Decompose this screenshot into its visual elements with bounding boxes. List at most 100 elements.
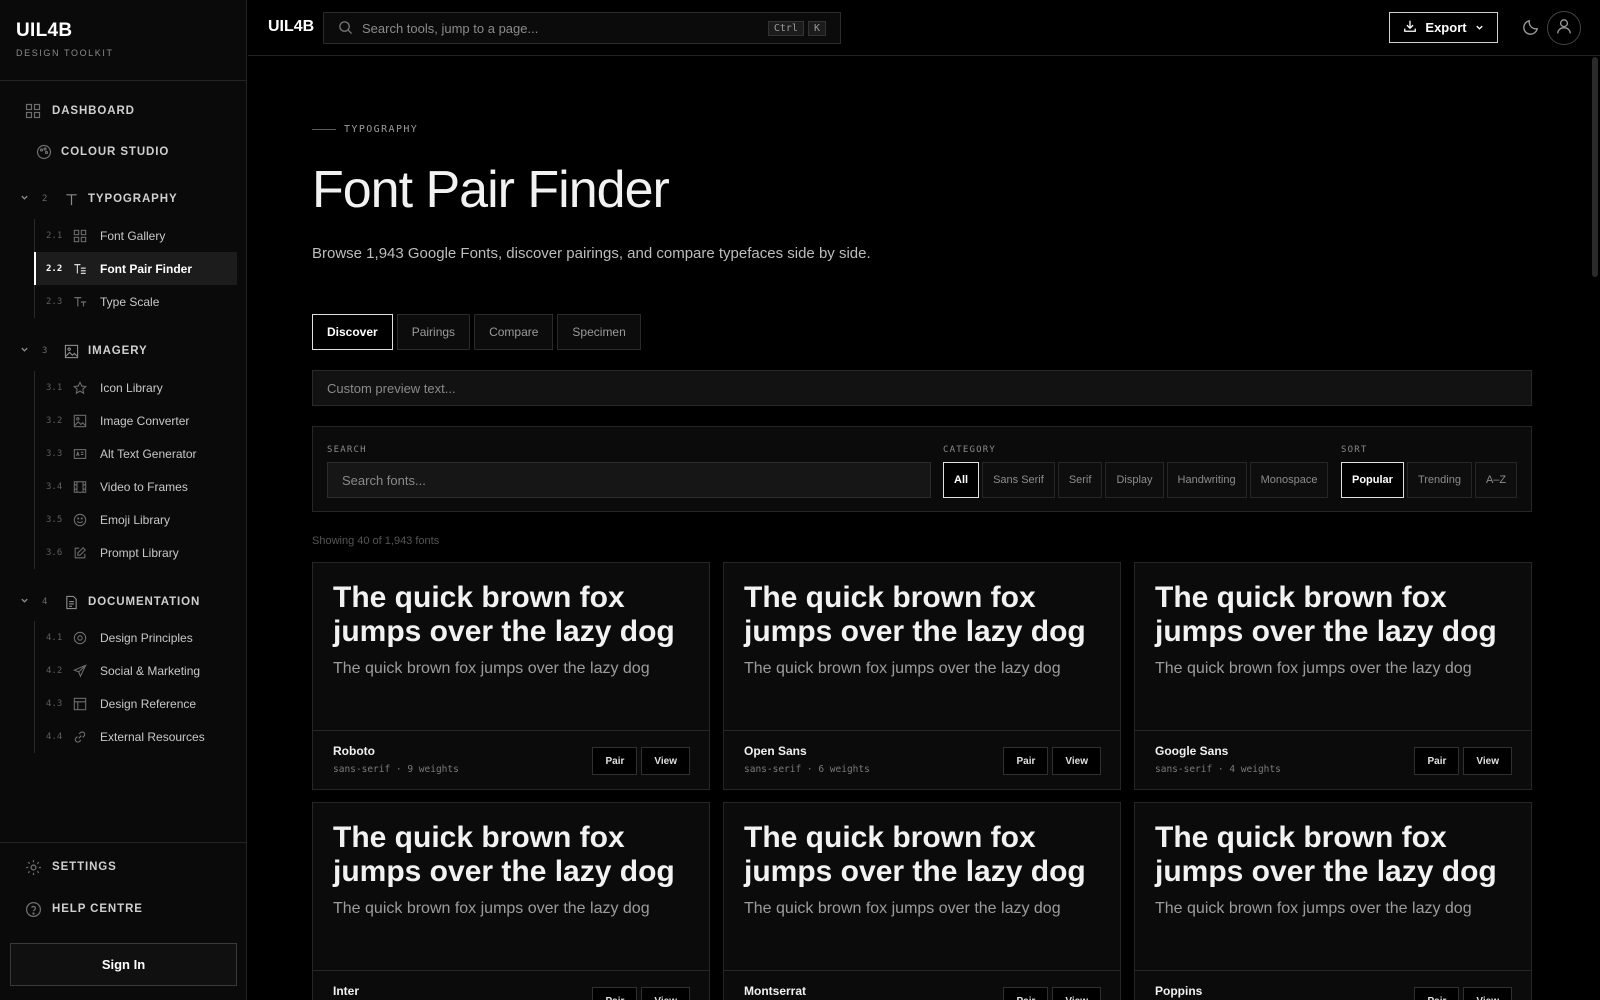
eyebrow: TYPOGRAPHY — [312, 124, 418, 135]
item-number: 3.4 — [46, 481, 63, 492]
font-search-input[interactable] — [327, 462, 931, 498]
section-imagery[interactable]: 3 IMAGERY — [0, 334, 246, 368]
category-monospace[interactable]: Monospace — [1249, 462, 1329, 498]
preview-small: The quick brown fox jumps over the lazy … — [744, 900, 1061, 917]
sidebar-item-design-reference[interactable]: 4.3 Design Reference — [35, 687, 237, 720]
sign-in-button[interactable]: Sign In — [10, 943, 237, 986]
global-search-input[interactable] — [362, 20, 768, 36]
category-all[interactable]: All — [943, 462, 980, 498]
category-chips: All Sans Serif Serif Display Handwriting… — [943, 462, 1329, 498]
imagery-list: 3.1 Icon Library 3.2 Image Converter 3.3… — [34, 371, 237, 569]
sidebar-item-image-converter[interactable]: 3.2 Image Converter — [35, 404, 237, 437]
sidebar-item-label: COLOUR STUDIO — [61, 146, 170, 158]
tab-specimen[interactable]: Specimen — [557, 314, 641, 350]
pair-button[interactable]: Pair — [592, 987, 638, 1000]
tab-compare[interactable]: Compare — [474, 314, 554, 350]
item-number: 2.2 — [46, 263, 63, 274]
help-icon — [24, 900, 42, 918]
font-card-roboto[interactable]: The quick brown fox jumps over the lazy … — [312, 562, 710, 790]
item-label: Prompt Library — [100, 545, 179, 560]
section-label: IMAGERY — [88, 345, 148, 357]
sidebar-item-font-gallery[interactable]: 2.1 Font Gallery — [35, 219, 237, 252]
sidebar-item-dashboard[interactable]: DASHBOARD — [0, 91, 246, 131]
sidebar-item-font-pair-finder[interactable]: 2.2 Font Pair Finder — [34, 252, 237, 285]
pair-button[interactable]: Pair — [592, 747, 638, 775]
category-serif[interactable]: Serif — [1057, 462, 1103, 498]
view-button[interactable]: View — [641, 987, 690, 1000]
section-typography[interactable]: 2 TYPOGRAPHY — [0, 182, 246, 216]
search-icon — [338, 20, 354, 36]
category-sans-serif[interactable]: Sans Serif — [982, 462, 1055, 498]
font-card-poppins[interactable]: The quick brown fox jumps over the lazy … — [1134, 802, 1532, 1000]
font-card-inter[interactable]: The quick brown fox jumps over the lazy … — [312, 802, 710, 1000]
sidebar-item-settings[interactable]: SETTINGS — [0, 847, 246, 887]
pair-button[interactable]: Pair — [1414, 987, 1460, 1000]
documentation-list: 4.1 Design Principles 4.2 Social & Marke… — [34, 621, 237, 753]
sidebar-item-help-centre[interactable]: HELP CENTRE — [0, 889, 246, 929]
edit-icon — [72, 545, 88, 561]
category-display[interactable]: Display — [1105, 462, 1164, 498]
view-button[interactable]: View — [1463, 747, 1512, 775]
sidebar-item-label: DASHBOARD — [52, 105, 135, 117]
tab-pairings[interactable]: Pairings — [396, 314, 471, 350]
view-button[interactable]: View — [1463, 987, 1512, 1000]
tabs: Discover Pairings Compare Specimen — [312, 314, 641, 350]
view-button[interactable]: View — [1052, 747, 1101, 775]
brand-logo[interactable]: UIL4B — [16, 20, 230, 42]
sort-trending[interactable]: Trending — [1406, 462, 1472, 498]
item-number: 3.1 — [46, 382, 63, 393]
sort-popular[interactable]: Popular — [1341, 462, 1404, 498]
sidebar-item-icon-library[interactable]: 3.1 Icon Library — [35, 371, 237, 404]
sidebar-item-external-resources[interactable]: 4.4 External Resources — [35, 720, 237, 753]
view-button[interactable]: View — [641, 747, 690, 775]
font-card-open-sans[interactable]: The quick brown fox jumps over the lazy … — [723, 562, 1121, 790]
sort-a-z[interactable]: A–Z — [1474, 462, 1518, 498]
category-handwriting[interactable]: Handwriting — [1166, 462, 1247, 498]
sidebar-item-alt-text-generator[interactable]: 3.3 Alt Text Generator — [35, 437, 237, 470]
document-icon — [62, 593, 80, 611]
preview-large: The quick brown fox jumps over the lazy … — [1155, 581, 1497, 648]
font-card-montserrat[interactable]: The quick brown fox jumps over the lazy … — [723, 802, 1121, 1000]
scrollbar-thumb[interactable] — [1592, 57, 1598, 277]
avatar[interactable] — [1547, 11, 1581, 45]
moon-icon[interactable] — [1522, 18, 1542, 38]
shortcut-key: K — [807, 20, 826, 36]
brand-subtitle: DESIGN TOOLKIT — [16, 48, 114, 58]
search-label: SEARCH — [327, 445, 367, 455]
card-footer: Inter PairView — [313, 970, 709, 1000]
font-meta: sans-serif · 9 weights — [333, 764, 459, 775]
preview-small: The quick brown fox jumps over the lazy … — [744, 660, 1061, 677]
sidebar-item-type-scale[interactable]: 2.3 Type Scale — [35, 285, 237, 318]
item-label: Font Gallery — [100, 228, 166, 243]
font-name: Montserrat — [744, 984, 807, 998]
font-card-google-sans[interactable]: The quick brown fox jumps over the lazy … — [1134, 562, 1532, 790]
sidebar-item-social-marketing[interactable]: 4.2 Social & Marketing — [35, 654, 237, 687]
header-logo[interactable]: UIL4B — [268, 18, 314, 36]
item-number: 4.1 — [46, 632, 63, 643]
tab-discover[interactable]: Discover — [312, 314, 393, 350]
sidebar-item-emoji-library[interactable]: 3.5 Emoji Library — [35, 503, 237, 536]
film-icon — [72, 479, 88, 495]
preview-small: The quick brown fox jumps over the lazy … — [333, 660, 650, 677]
item-number: 3.6 — [46, 547, 63, 558]
export-button[interactable]: Export — [1389, 12, 1498, 43]
custom-preview-input[interactable] — [312, 370, 1532, 406]
font-name: Roboto — [333, 744, 375, 758]
view-button[interactable]: View — [1052, 987, 1101, 1000]
sidebar-item-video-to-frames[interactable]: 3.4 Video to Frames — [35, 470, 237, 503]
item-number: 2.3 — [46, 296, 63, 307]
item-label: Design Principles — [100, 630, 193, 645]
chevron-down-icon — [20, 193, 34, 205]
pair-button[interactable]: Pair — [1414, 747, 1460, 775]
card-footer: Google Sans sans-serif · 4 weights Pair V… — [1135, 730, 1531, 790]
sidebar-item-prompt-library[interactable]: 3.6 Prompt Library — [35, 536, 237, 569]
item-label: External Resources — [100, 729, 205, 744]
nav-bottom: SETTINGS HELP CENTRE — [0, 842, 246, 929]
pair-button[interactable]: Pair — [1003, 987, 1049, 1000]
sidebar-item-colour-studio[interactable]: COLOUR STUDIO — [0, 132, 246, 172]
pair-button[interactable]: Pair — [1003, 747, 1049, 775]
section-documentation[interactable]: 4 DOCUMENTATION — [0, 585, 246, 619]
item-number: 4.3 — [46, 698, 63, 709]
global-search[interactable]: Ctrl K — [323, 12, 841, 44]
sidebar-item-design-principles[interactable]: 4.1 Design Principles — [35, 621, 237, 654]
